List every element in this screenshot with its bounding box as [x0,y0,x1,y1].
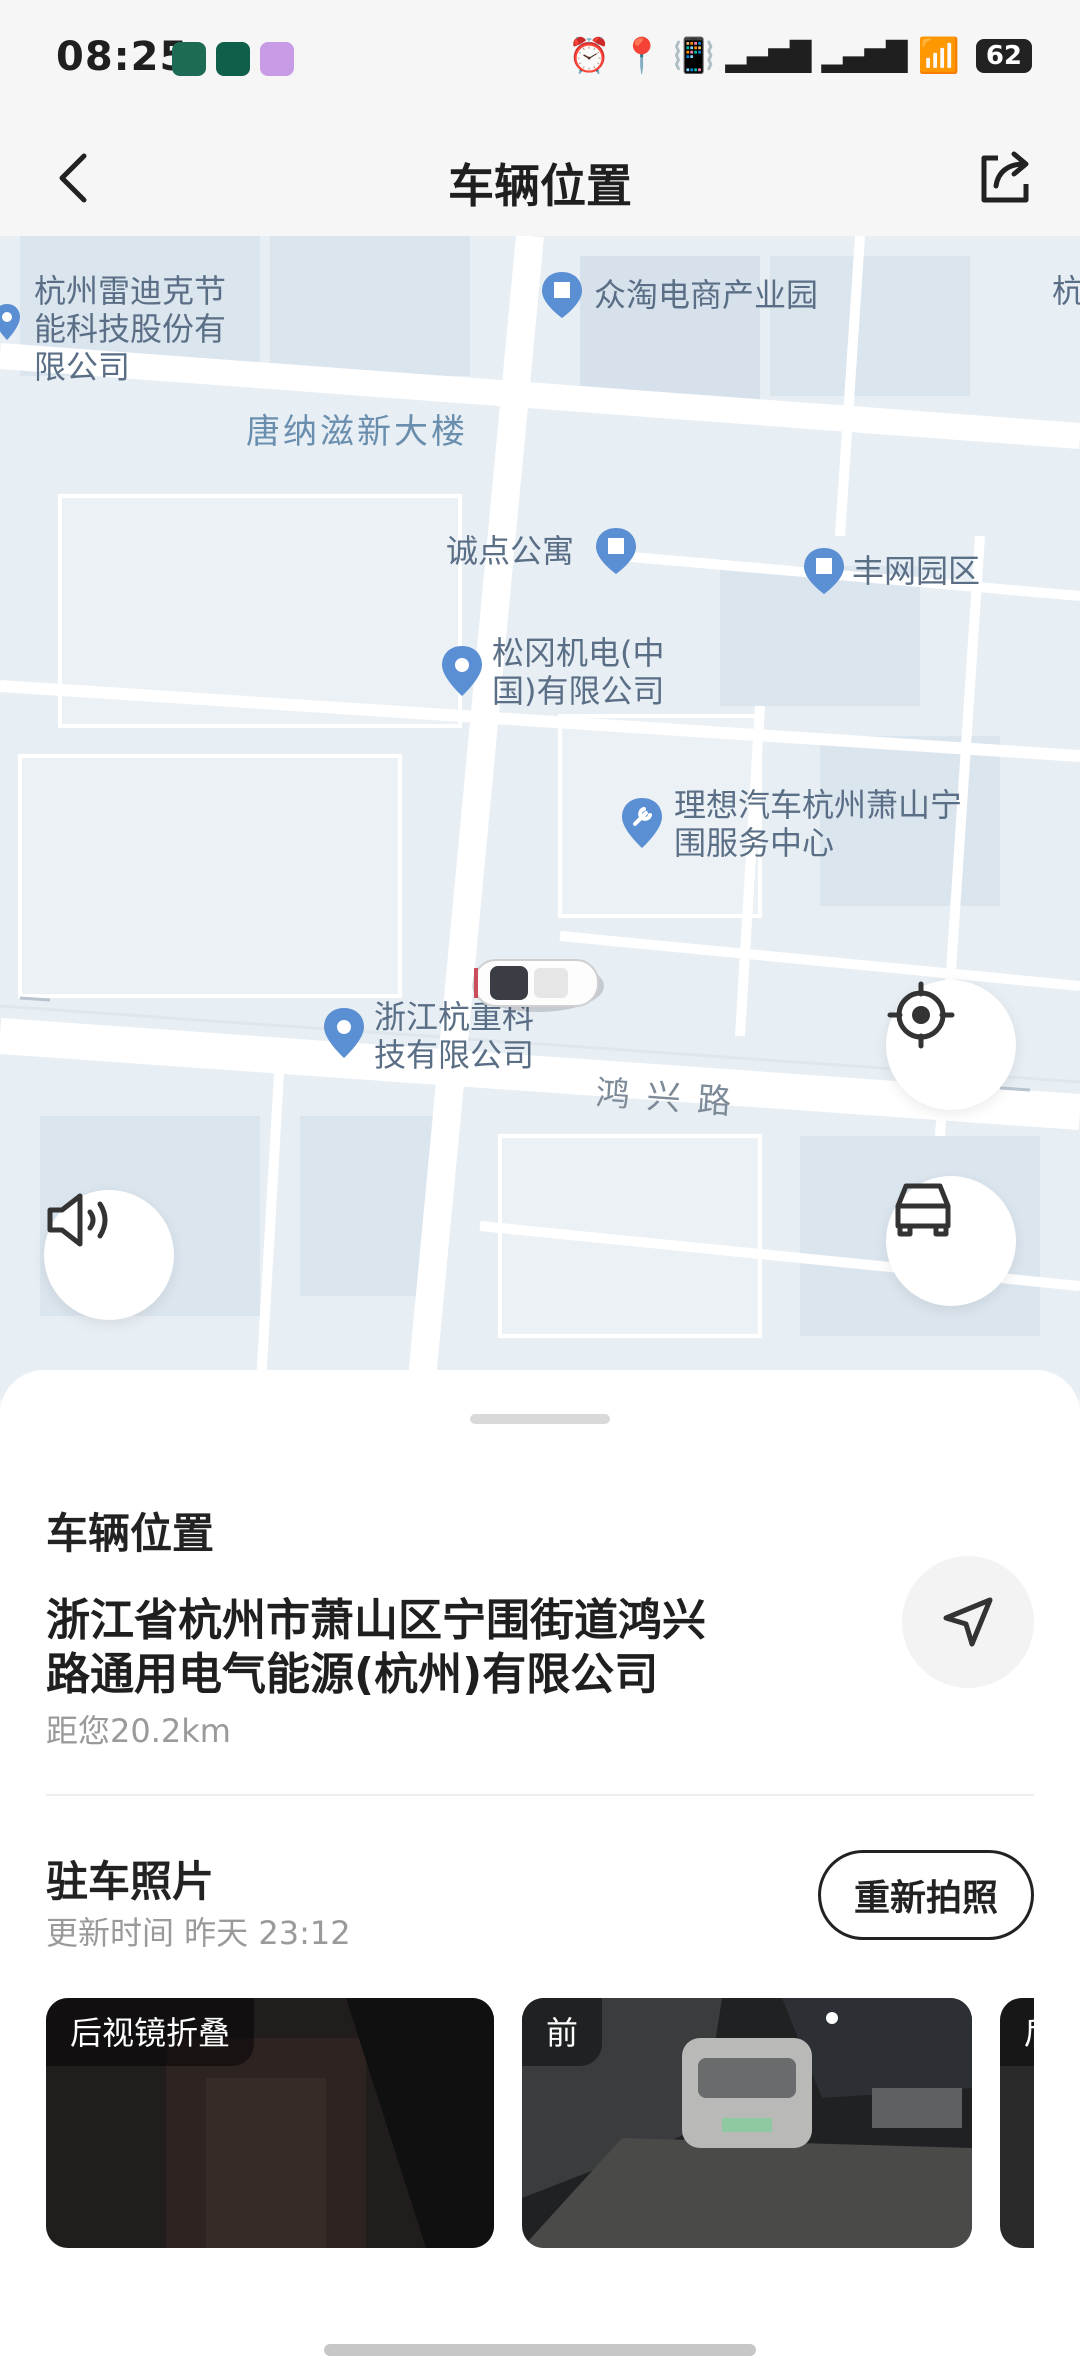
parking-photos-title: 驻车照片 [46,1857,215,1906]
share-button[interactable] [968,142,1040,214]
status-bar: 08:25 ⏰ 📍 📳 ▂▄▆█ ▂▄▆█ 📶 62 [0,0,1080,120]
bottom-sheet: 车辆位置 浙江省杭州市萧山区宁围街道鸿兴 路通用电气能源(杭州)有限公司 距您2… [0,1370,1080,2376]
poi-label: 丰网园区 [852,552,981,590]
parking-photo-mirror[interactable]: 后视镜折叠 [46,1998,494,2248]
poi-label-partial: 杭 [1052,272,1080,310]
poi-label: 理想汽车杭州萧山宁围服务中心 [674,786,963,862]
app-notification-icon [216,42,250,76]
horn-button[interactable] [44,1190,174,1320]
road-label: 鸿 兴 路 [594,1073,736,1123]
vehicle-location-title: 车辆位置 [46,1509,215,1558]
map-pin-icon [0,304,20,340]
building-pin-icon [804,548,844,594]
signal-4g-icon: ▂▄▆█ [821,39,908,73]
vehicle-address: 浙江省杭州市萧山区宁围街道鸿兴 路通用电气能源(杭州)有限公司 [46,1594,766,1702]
share-icon [981,151,1029,203]
map-pin-icon [324,1008,364,1058]
photo-tag: 前 [522,1998,603,2066]
app-notification-icon [260,42,294,76]
car-top-icon [472,959,604,1012]
poi-label: 众淘电商产业园 [594,276,819,314]
wrench-pin-icon [622,798,662,848]
update-time: 更新时间 昨天 23:12 [46,1914,351,1952]
speaker-icon [47,1193,108,1247]
building-pin-icon [542,272,582,318]
navigate-button[interactable] [902,1556,1034,1688]
battery-indicator: 62 [975,39,1032,73]
photo-tag: 后视镜折叠 [46,1998,255,2066]
navigation-arrow-icon [943,1597,993,1647]
location-icon: 📍 [620,36,663,76]
vibrate-icon: 📳 [672,36,716,76]
parking-photo-front[interactable]: 前 [522,1998,972,2248]
alarm-icon: ⏰ [568,36,611,76]
home-indicator[interactable] [324,2344,756,2356]
locate-vehicle-button[interactable] [886,1176,1016,1306]
retake-photo-button[interactable]: 重新拍照 [818,1850,1034,1940]
vehicle-marker[interactable] [470,952,606,1014]
status-time: 08:25 [56,34,189,80]
map-view[interactable]: 杭州雷迪克节能科技股份有限公司 众淘电商产业园 唐纳滋新大楼 诚点公寓 丰网园区… [0,236,1080,1400]
page-title: 车辆位置 [448,159,632,213]
navigation-header: 车辆位置 [0,120,1080,236]
app-notification-icon [172,42,206,76]
photo-tag: 后 [1000,1998,1034,2066]
wifi-icon: 📶 [917,36,960,76]
address-line: 路通用电气能源(杭州)有限公司 [46,1649,659,1700]
map-pin-icon [442,646,482,696]
poi-label: 诚点公寓 [446,532,575,570]
signal-5g-icon: ▂▄▆█ [725,39,812,73]
distance-label: 距您20.2km [46,1712,231,1750]
address-line: 浙江省杭州市萧山区宁围街道鸿兴 [46,1595,706,1646]
poi-label: 松冈机电(中国)有限公司 [492,634,665,710]
poi-label: 杭州雷迪克节能科技股份有限公司 [34,272,227,386]
crosshair-icon [887,981,955,1049]
parking-photo-rear[interactable]: 后 [1000,1998,1034,2248]
divider [46,1794,1034,1796]
locate-me-button[interactable] [886,980,1016,1110]
building-pin-icon [596,528,636,574]
building-label: 唐纳滋新大楼 [246,412,468,452]
status-icons: ⏰ 📍 📳 ▂▄▆█ ▂▄▆█ 📶 62 [568,36,1032,76]
car-front-icon [895,1183,951,1237]
sheet-drag-handle[interactable] [470,1414,610,1424]
